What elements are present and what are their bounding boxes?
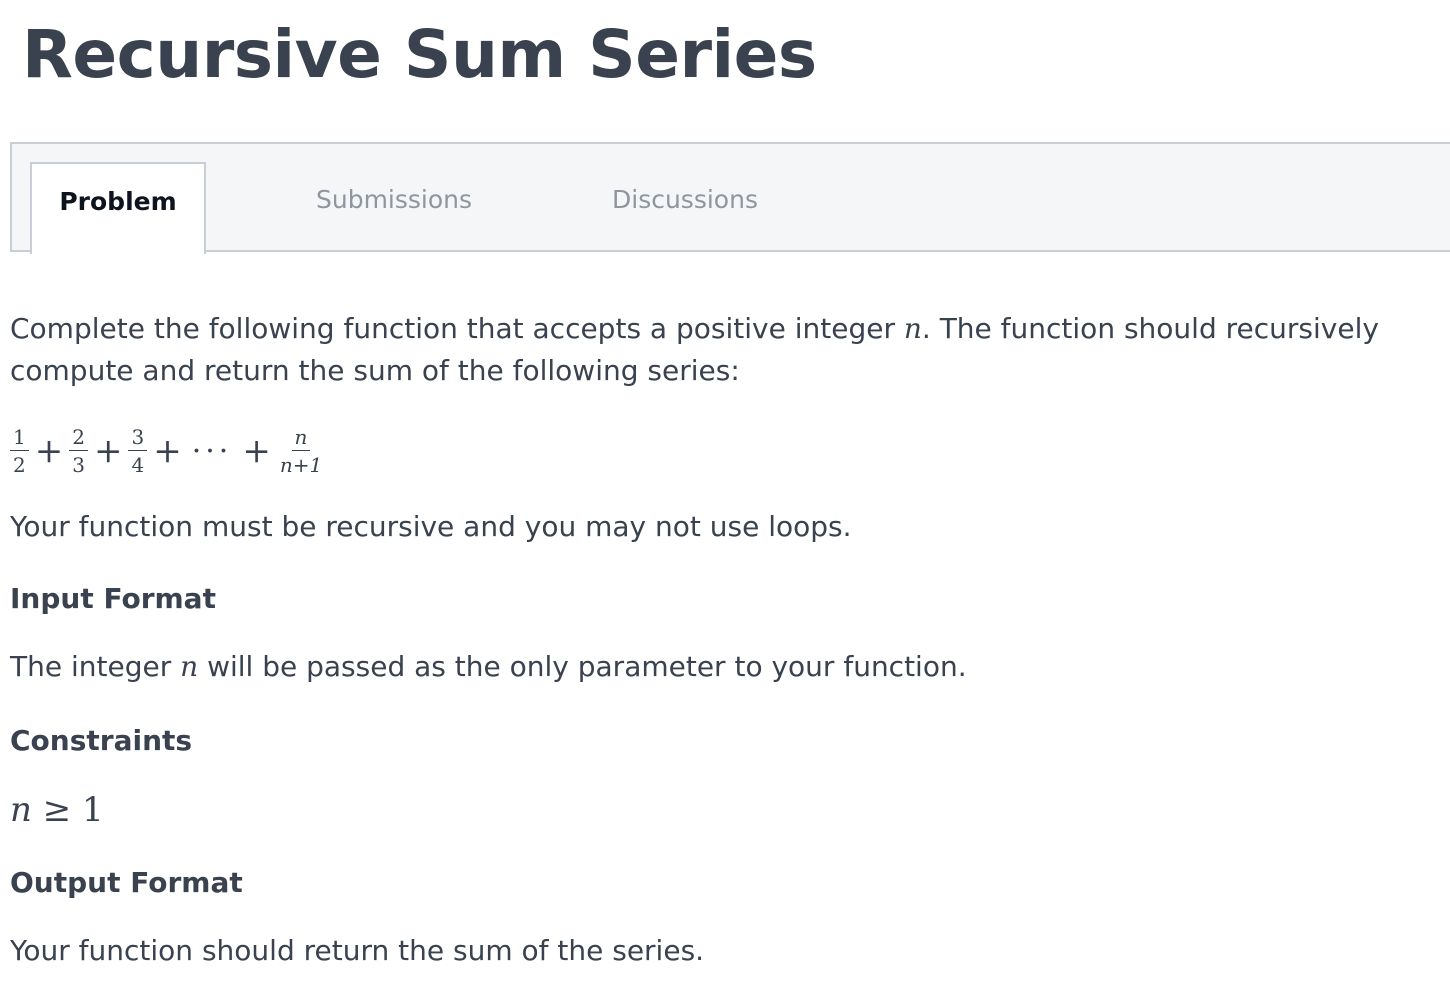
series-formula: 1 2 + 2 3 + 3 4 + ··· + n n+1 bbox=[10, 420, 325, 482]
input-format-heading: Input Format bbox=[10, 582, 216, 615]
constraint-expr: ≥ 1 bbox=[31, 790, 104, 830]
numerator: 2 bbox=[69, 426, 88, 451]
output-format-heading: Output Format bbox=[10, 866, 243, 899]
plus-sign: + bbox=[93, 431, 123, 471]
tab-discussions[interactable]: Discussions bbox=[612, 144, 758, 252]
description-var-n: n bbox=[903, 312, 922, 345]
fraction-term-1: 1 2 bbox=[10, 426, 29, 476]
numerator: 1 bbox=[10, 426, 29, 451]
page-title: Recursive Sum Series bbox=[22, 16, 817, 93]
fraction-term-2: 2 3 bbox=[69, 426, 88, 476]
output-format-text: Your function should return the sum of t… bbox=[10, 934, 705, 967]
plus-sign: + bbox=[34, 431, 64, 471]
plus-sign: + bbox=[242, 431, 271, 471]
denominator: n+1 bbox=[279, 453, 323, 477]
constraint-var-n: n bbox=[10, 790, 32, 830]
fraction-term-3: 3 4 bbox=[128, 426, 148, 477]
problem-description: Complete the following function that acc… bbox=[10, 308, 1442, 392]
fraction-term-last: n n+1 bbox=[277, 426, 325, 476]
description-text: Complete the following function that acc… bbox=[10, 308, 1442, 392]
denominator: 4 bbox=[131, 453, 145, 477]
constraint-expression: n ≥ 1 bbox=[10, 790, 104, 830]
input-format-part-2: will be passed as the only parameter to … bbox=[198, 650, 967, 683]
tab-bar: Problem Submissions Discussions bbox=[10, 142, 1450, 254]
denominator: 2 bbox=[13, 453, 26, 477]
constraints-heading: Constraints bbox=[10, 724, 193, 757]
denominator: 3 bbox=[72, 453, 85, 477]
input-format-var-n: n bbox=[180, 650, 199, 683]
ellipsis: ··· bbox=[191, 433, 233, 469]
tab-submissions[interactable]: Submissions bbox=[316, 144, 472, 252]
description-part-1: Complete the following function that acc… bbox=[10, 312, 904, 345]
recursion-note: Your function must be recursive and you … bbox=[10, 510, 852, 543]
input-format-part-1: The integer bbox=[10, 650, 181, 683]
plus-sign: + bbox=[153, 431, 182, 471]
numerator: 3 bbox=[128, 426, 148, 451]
numerator: n bbox=[291, 426, 311, 451]
tab-problem[interactable]: Problem bbox=[30, 162, 206, 254]
input-format-text: The integer n will be passed as the only… bbox=[10, 650, 967, 683]
